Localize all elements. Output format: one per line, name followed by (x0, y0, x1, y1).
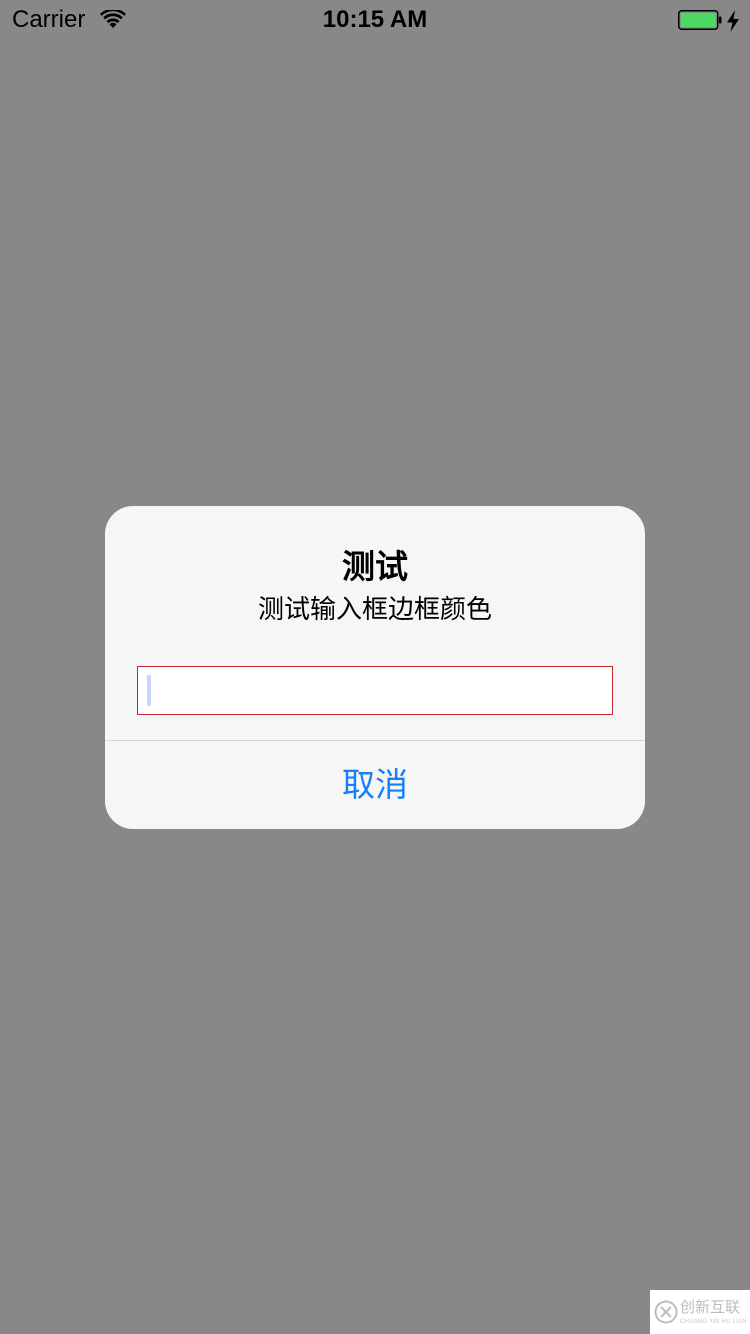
cancel-button[interactable]: 取消 (105, 741, 645, 829)
battery-icon (678, 10, 722, 30)
watermark: 创新互联 CHUANG XIN HU LIAN (650, 1290, 750, 1334)
watermark-text: 创新互联 (680, 1299, 741, 1316)
watermark-logo-icon (654, 1300, 678, 1324)
alert-text-field[interactable] (137, 666, 613, 715)
status-bar: Carrier 10:15 AM (0, 0, 750, 40)
status-time: 10:15 AM (322, 6, 428, 33)
text-caret (147, 675, 151, 706)
alert-title: 测试 (342, 548, 408, 585)
bolt-icon (727, 10, 739, 32)
watermark-subtext: CHUANG XIN HU LIAN (680, 1319, 747, 1325)
alert-message: 测试输入框边框颜色 (257, 594, 492, 624)
alert-dialog: 测试 测试输入框边框颜色 取消 (105, 506, 645, 829)
